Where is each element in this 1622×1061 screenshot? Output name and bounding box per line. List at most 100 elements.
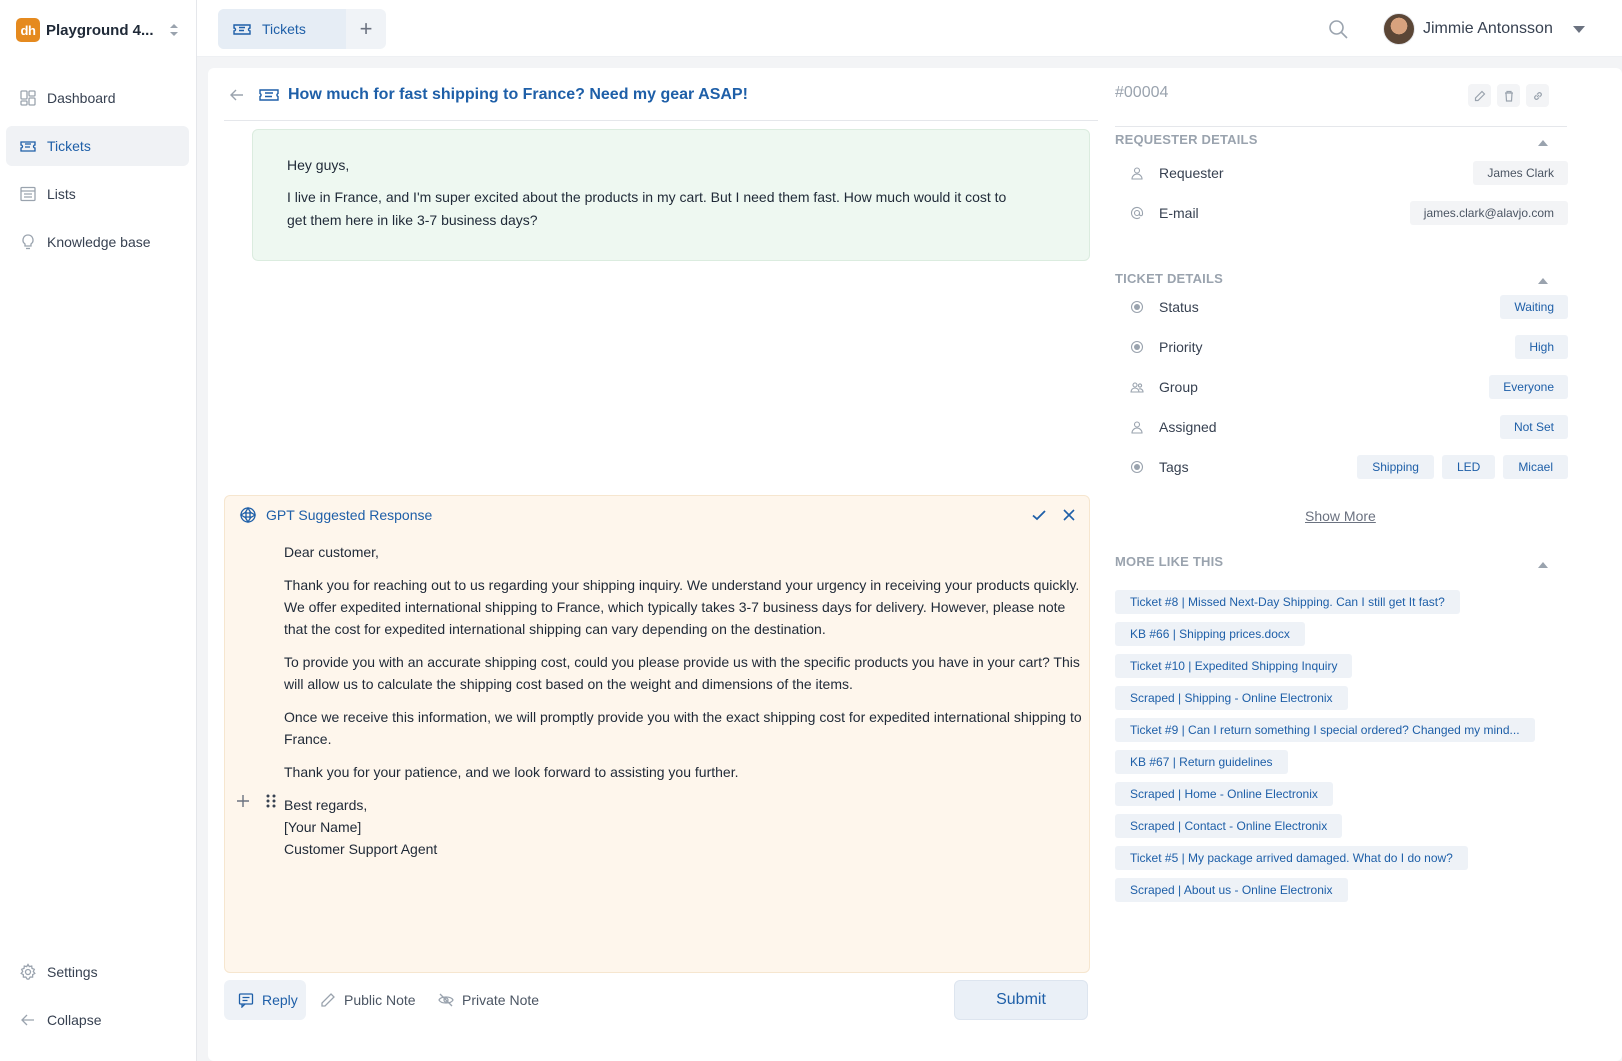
- related-item[interactable]: Ticket #5 | My package arrived damaged. …: [1115, 846, 1468, 870]
- sidebar-item-tickets[interactable]: Tickets: [6, 126, 189, 166]
- sidebar-item-lists[interactable]: Lists: [6, 174, 189, 214]
- tag-chip[interactable]: Micael: [1503, 455, 1568, 479]
- back-arrow-icon[interactable]: [228, 86, 246, 104]
- group-row: Group Everyone: [1130, 375, 1568, 399]
- email-value[interactable]: james.clark@alavjo.com: [1409, 201, 1568, 225]
- tag-chip[interactable]: LED: [1441, 455, 1496, 479]
- collapse-caret-icon[interactable]: [1538, 140, 1548, 146]
- signoff-line: Best regards,: [284, 797, 368, 813]
- workspace-switcher[interactable]: dh Playground 4...: [16, 18, 188, 42]
- private-note-tab[interactable]: Private Note: [438, 980, 539, 1020]
- sidebar-item-collapse[interactable]: Collapse: [6, 1000, 189, 1040]
- accept-check-icon[interactable]: [1031, 507, 1047, 523]
- pencil-icon: [321, 993, 335, 1007]
- tag-chip[interactable]: Shipping: [1357, 455, 1434, 479]
- tab-tickets[interactable]: Tickets: [218, 9, 346, 49]
- reply-tab[interactable]: Reply: [224, 980, 306, 1020]
- divider: [224, 120, 1098, 121]
- group-badge[interactable]: Everyone: [1489, 375, 1568, 399]
- signoff-line: [Your Name]: [284, 819, 362, 835]
- public-note-tab[interactable]: Public Note: [320, 980, 416, 1020]
- assigned-label: Assigned: [1159, 419, 1217, 435]
- related-item[interactable]: Scraped | Contact - Online Electronix: [1115, 814, 1343, 838]
- edit-button[interactable]: [1468, 84, 1491, 107]
- radio-icon: [1130, 340, 1144, 354]
- related-item[interactable]: Scraped | Shipping - Online Electronix: [1115, 686, 1348, 710]
- gpt-suggested-response: GPT Suggested Response Dear customer, Th…: [224, 495, 1090, 973]
- gpt-heading: GPT Suggested Response: [266, 507, 433, 523]
- drag-handle-icon[interactable]: [265, 792, 277, 810]
- related-item[interactable]: Ticket #8 | Missed Next-Day Shipping. Ca…: [1115, 590, 1460, 614]
- add-tab-button[interactable]: +: [346, 9, 386, 49]
- list-icon: [20, 186, 36, 202]
- submit-button[interactable]: Submit: [954, 980, 1088, 1020]
- priority-label: Priority: [1159, 339, 1203, 355]
- sidebar-item-label: Dashboard: [47, 90, 116, 106]
- user-menu[interactable]: Jimmie Antonsson: [1383, 12, 1585, 46]
- related-item[interactable]: KB #66 | Shipping prices.docx: [1115, 622, 1305, 646]
- gpt-header: GPT Suggested Response: [239, 506, 432, 524]
- brand-logo: dh: [16, 18, 40, 42]
- show-more-link[interactable]: Show More: [1305, 508, 1376, 524]
- sidebar-item-label: Knowledge base: [47, 234, 151, 250]
- response-signoff: Best regards, [Your Name] Customer Suppo…: [284, 794, 1090, 860]
- sidebar: dh Playground 4... Dashboard Tickets Lis…: [0, 0, 197, 1061]
- status-badge[interactable]: Waiting: [1500, 295, 1568, 319]
- tags-label: Tags: [1159, 459, 1189, 475]
- close-icon[interactable]: [1061, 507, 1077, 523]
- openai-icon: [239, 506, 257, 524]
- link-icon: [1533, 91, 1542, 100]
- ticket-title: How much for fast shipping to France? Ne…: [288, 86, 748, 103]
- arrow-left-icon: [21, 1014, 34, 1026]
- trash-icon: [1504, 90, 1513, 102]
- group-label: Group: [1159, 379, 1198, 395]
- reply-icon: [238, 993, 254, 1008]
- status-row: Status Waiting: [1130, 295, 1568, 319]
- message-body: I live in France, and I'm super excited …: [287, 189, 1007, 228]
- collapse-caret-icon[interactable]: [1538, 278, 1548, 284]
- response-paragraph: To provide you with an accurate shipping…: [284, 654, 1080, 692]
- collapse-caret-icon[interactable]: [1538, 562, 1548, 568]
- related-item[interactable]: KB #67 | Return guidelines: [1115, 750, 1288, 774]
- response-paragraph: Thank you for reaching out to us regardi…: [284, 577, 1080, 637]
- eye-off-icon: [438, 993, 454, 1007]
- requester-value[interactable]: James Clark: [1473, 161, 1568, 185]
- assigned-badge[interactable]: Not Set: [1499, 415, 1568, 439]
- sidebar-item-label: Tickets: [47, 138, 91, 154]
- ticket-number: #00004: [1115, 84, 1169, 101]
- ticket-actions: [1468, 84, 1549, 107]
- response-paragraph: Thank you for your patience, and we look…: [284, 764, 739, 780]
- tags-row: Tags Shipping LED Micael: [1130, 455, 1568, 479]
- delete-button[interactable]: [1497, 84, 1520, 107]
- ticket-details-title: TICKET DETAILS: [1115, 271, 1223, 286]
- related-list: Ticket #8 | Missed Next-Day Shipping. Ca…: [1115, 590, 1565, 910]
- response-paragraph: Once we receive this information, we wil…: [284, 709, 1082, 747]
- sidebar-item-knowledge-base[interactable]: Knowledge base: [6, 222, 189, 262]
- sidebar-bottom: Settings Collapse: [6, 952, 189, 1048]
- message-greeting: Hey guys,: [287, 157, 350, 173]
- priority-badge[interactable]: High: [1515, 335, 1568, 359]
- dashboard-icon: [20, 90, 36, 106]
- person-icon: [1131, 167, 1143, 180]
- gpt-response-text[interactable]: Dear customer, Thank you for reaching ou…: [284, 541, 1090, 860]
- avatar: [1383, 13, 1415, 45]
- sidebar-item-dashboard[interactable]: Dashboard: [6, 78, 189, 118]
- related-item[interactable]: Ticket #9 | Can I return something I spe…: [1115, 718, 1535, 742]
- related-item[interactable]: Scraped | Home - Online Electronix: [1115, 782, 1333, 806]
- sidebar-item-settings[interactable]: Settings: [6, 952, 189, 992]
- customer-message: Hey guys, I live in France, and I'm supe…: [252, 129, 1090, 261]
- link-button[interactable]: [1526, 84, 1549, 107]
- public-note-label: Public Note: [344, 992, 416, 1008]
- radio-icon: [1130, 300, 1144, 314]
- tag-list: Shipping LED Micael: [1357, 455, 1568, 479]
- sidebar-item-label: Settings: [47, 964, 98, 980]
- sidebar-item-label: Lists: [47, 186, 76, 202]
- search-icon[interactable]: [1327, 18, 1349, 40]
- requester-label: Requester: [1159, 165, 1224, 181]
- ticket-icon: [259, 89, 279, 101]
- radio-icon: [1130, 460, 1144, 474]
- related-item[interactable]: Scraped | About us - Online Electronix: [1115, 878, 1348, 902]
- related-item[interactable]: Ticket #10 | Expedited Shipping Inquiry: [1115, 654, 1353, 678]
- person-icon: [1131, 421, 1143, 434]
- add-block-icon[interactable]: [234, 792, 252, 810]
